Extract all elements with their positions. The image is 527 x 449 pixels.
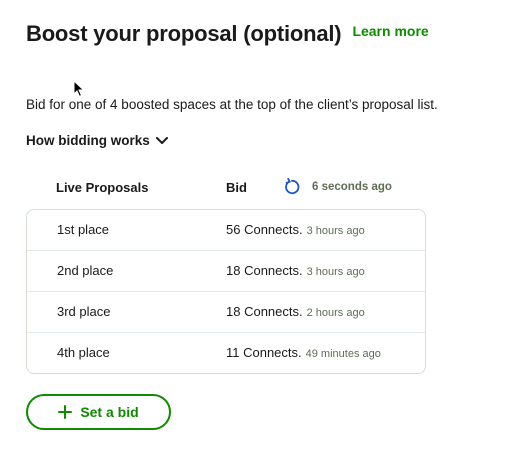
bid-value: 11 Connects. 49 minutes ago [226,345,381,360]
place-label: 4th place [57,345,110,360]
bid-time: 3 hours ago [306,225,365,237]
column-header-live-proposals: Live Proposals [56,180,149,195]
boost-description: Bid for one of 4 boosted spaces at the t… [26,97,438,112]
place-label: 2nd place [57,263,114,278]
bid-time: 2 hours ago [306,307,365,319]
live-proposals-table: 1st place 56 Connects. 3 hours ago 2nd pl… [26,209,426,374]
bid-time: 3 hours ago [306,266,365,278]
table-header: Live Proposals Bid 6 seconds ago [26,178,426,198]
last-updated-text: 6 seconds ago [312,181,392,193]
place-label: 1st place [57,222,110,237]
table-row: 4th place 11 Connects. 49 minutes ago [27,333,425,373]
bid-value: 18 Connects. 2 hours ago [226,304,365,319]
bid-value: 18 Connects. 3 hours ago [226,263,365,278]
bid-connects: 56 Connects. [226,222,303,237]
how-bidding-works-toggle[interactable]: How bidding works [26,132,168,150]
bid-connects: 18 Connects. [226,304,303,319]
bid-connects: 11 Connects. [226,345,302,360]
place-label: 3rd place [57,304,111,319]
set-a-bid-label: Set a bid [80,404,139,420]
table-row: 2nd place 18 Connects. 3 hours ago [27,251,425,292]
page-title: Boost your proposal (optional) [26,21,342,46]
boost-header: Boost your proposal (optional) Learn mor… [26,20,429,48]
bid-connects: 18 Connects. [226,263,303,278]
set-a-bid-button[interactable]: Set a bid [26,394,171,430]
bid-time: 49 minutes ago [305,348,381,360]
column-header-bid: Bid [226,180,247,195]
learn-more-link[interactable]: Learn more [352,22,428,40]
plus-icon [58,405,73,419]
table-row: 3rd place 18 Connects. 2 hours ago [27,292,425,333]
bid-value: 56 Connects. 3 hours ago [226,222,365,237]
refresh-icon[interactable] [283,178,301,196]
table-row: 1st place 56 Connects. 3 hours ago [27,210,425,251]
how-bidding-works-label: How bidding works [26,133,150,148]
chevron-down-icon [155,137,168,144]
